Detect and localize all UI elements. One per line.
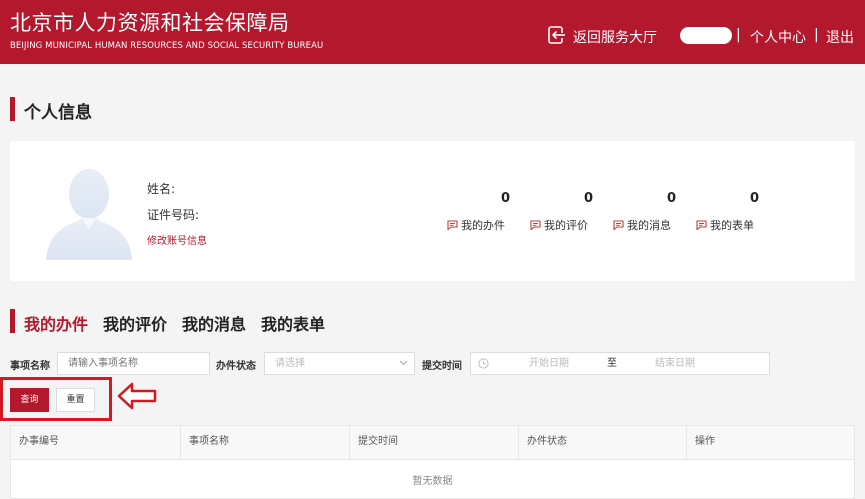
header-separator: | [736,27,741,43]
site-subtitle: BEIJING MUNICIPAL HUMAN RESOURCES AND SO… [10,41,324,51]
column-header: 操作 [686,426,854,460]
submit-date-range[interactable]: 开始日期 至 结束日期 [470,352,770,375]
stat-label: 我的表单 [710,219,754,232]
column-header: 事项名称 [180,426,349,460]
stat-label: 我的消息 [627,219,671,232]
empty-state-text: 暂无数据 [412,476,453,487]
clock-icon [478,358,489,369]
stat-link[interactable]: 我的消息 [613,217,703,233]
submit-time-label: 提交时间 [422,361,462,372]
stat-link[interactable]: 我的办件 [447,217,537,233]
item-name-input[interactable] [57,352,210,375]
tab-my-cases[interactable]: 我的办件 [24,311,88,335]
stat-my-messages[interactable]: 0 我的消息 [613,189,703,239]
column-header: 提交时间 [349,426,518,460]
status-placeholder: 请选择 [275,358,305,369]
stat-count: 0 [500,191,510,206]
id-number-label: 证件号码: [147,208,200,222]
stat-link[interactable]: 我的表单 [696,217,786,233]
site-title: 北京市人力资源和社会保障局 [10,11,290,35]
tab-my-reviews[interactable]: 我的评价 [103,311,167,335]
stat-my-reviews[interactable]: 0 我的评价 [530,189,620,239]
message-icon [447,220,458,230]
logout-link[interactable]: 退出 [826,27,854,47]
case-status-select[interactable]: 请选择 [264,352,415,375]
message-icon [696,220,707,230]
section-accent-bar [10,309,15,333]
stat-count: 0 [583,191,593,206]
query-button[interactable]: 查询 [10,388,49,412]
chevron-down-icon [399,360,408,366]
stat-my-cases[interactable]: 0 我的办件 [447,189,537,239]
page-title: 个人信息 [24,103,92,123]
return-hall-link[interactable]: 返回服务大厅 [573,27,657,47]
tab-my-messages[interactable]: 我的消息 [182,311,246,335]
edit-account-link[interactable]: 修改账号信息 [147,232,207,247]
item-name-label: 事项名称 [10,361,50,372]
column-header: 办事编号 [19,436,59,447]
table-header: 办事编号 事项名称 提交时间 办件状态 操作 [11,426,854,460]
name-label: 姓名: [147,182,176,196]
case-status-label: 办件状态 [216,361,256,372]
message-icon [530,220,541,230]
return-hall-icon[interactable] [548,26,566,45]
stat-count: 0 [666,191,676,206]
header-separator: | [814,27,819,43]
profile-card: 姓名: 证件号码: 修改账号信息 0 我的办件 0 我的评价 0 我的消息 0 … [10,141,855,281]
message-icon [613,220,624,230]
tab-my-forms[interactable]: 我的表单 [261,311,325,335]
section-accent-bar [10,97,15,121]
stat-count: 0 [749,191,759,206]
avatar[interactable] [680,27,732,44]
stat-link[interactable]: 我的评价 [530,217,620,233]
avatar-placeholder-icon [46,169,132,260]
column-header: 办件状态 [518,426,686,460]
stat-label: 我的办件 [461,219,505,232]
top-header: 北京市人力资源和社会保障局 BEIJING MUNICIPAL HUMAN RE… [0,0,865,64]
arrow-left-icon [117,382,157,410]
personal-center-link[interactable]: 个人中心 [750,27,806,47]
start-date-input[interactable]: 开始日期 [529,353,569,374]
range-separator: 至 [607,358,617,369]
stat-my-forms[interactable]: 0 我的表单 [696,189,786,239]
end-date-input[interactable]: 结束日期 [655,353,695,374]
stat-label: 我的评价 [544,219,588,232]
reset-button[interactable]: 重置 [56,388,95,412]
cases-table: 办事编号 事项名称 提交时间 办件状态 操作 暂无数据 [10,425,855,499]
